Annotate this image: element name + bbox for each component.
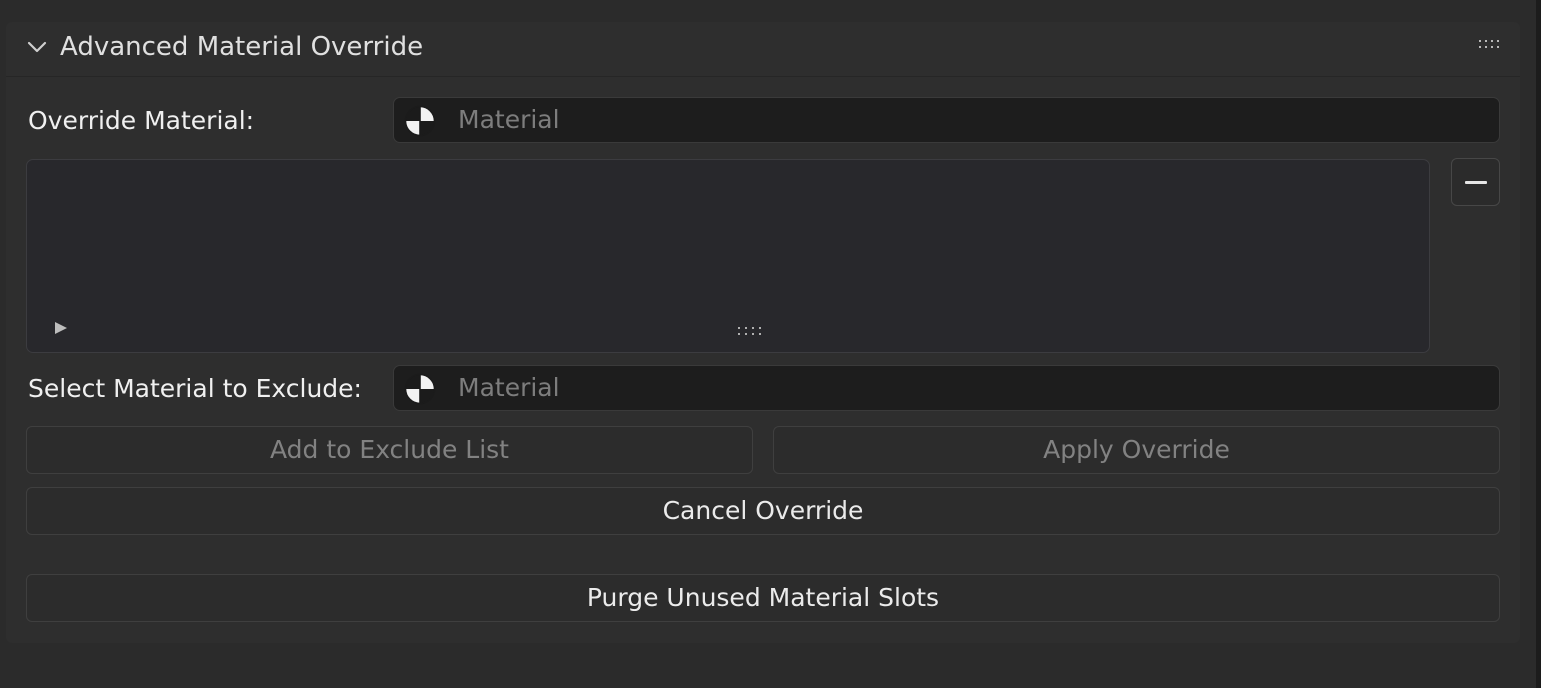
override-material-label: Override Material: [28,106,255,135]
exclude-material-placeholder: Material [458,373,560,402]
exclude-list[interactable] [26,159,1430,353]
region-edge [1536,0,1541,688]
panel-title: Advanced Material Override [60,32,424,62]
material-sphere-icon [404,105,436,137]
add-to-exclude-list-button[interactable]: Add to Exclude List [26,426,753,474]
material-sphere-icon [404,373,436,405]
apply-override-button[interactable]: Apply Override [773,426,1500,474]
triangle-right-icon[interactable] [53,320,69,336]
exclude-material-field[interactable]: Material [393,365,1500,411]
chevron-down-icon[interactable] [26,36,48,58]
override-material-field[interactable]: Material [393,97,1500,143]
exclude-material-label: Select Material to Exclude: [28,374,362,403]
override-material-placeholder: Material [458,105,560,134]
remove-item-button[interactable] [1451,158,1500,206]
cancel-override-button[interactable]: Cancel Override [26,487,1500,535]
purge-unused-material-slots-button[interactable]: Purge Unused Material Slots [26,574,1500,622]
resize-grip-icon[interactable] [737,325,767,337]
panel-header[interactable]: Advanced Material Override [6,22,1520,76]
panel-body: Override Material: Material Select Mater… [6,76,1520,643]
minus-icon [1465,181,1487,184]
drag-grip-icon[interactable] [1478,38,1504,50]
